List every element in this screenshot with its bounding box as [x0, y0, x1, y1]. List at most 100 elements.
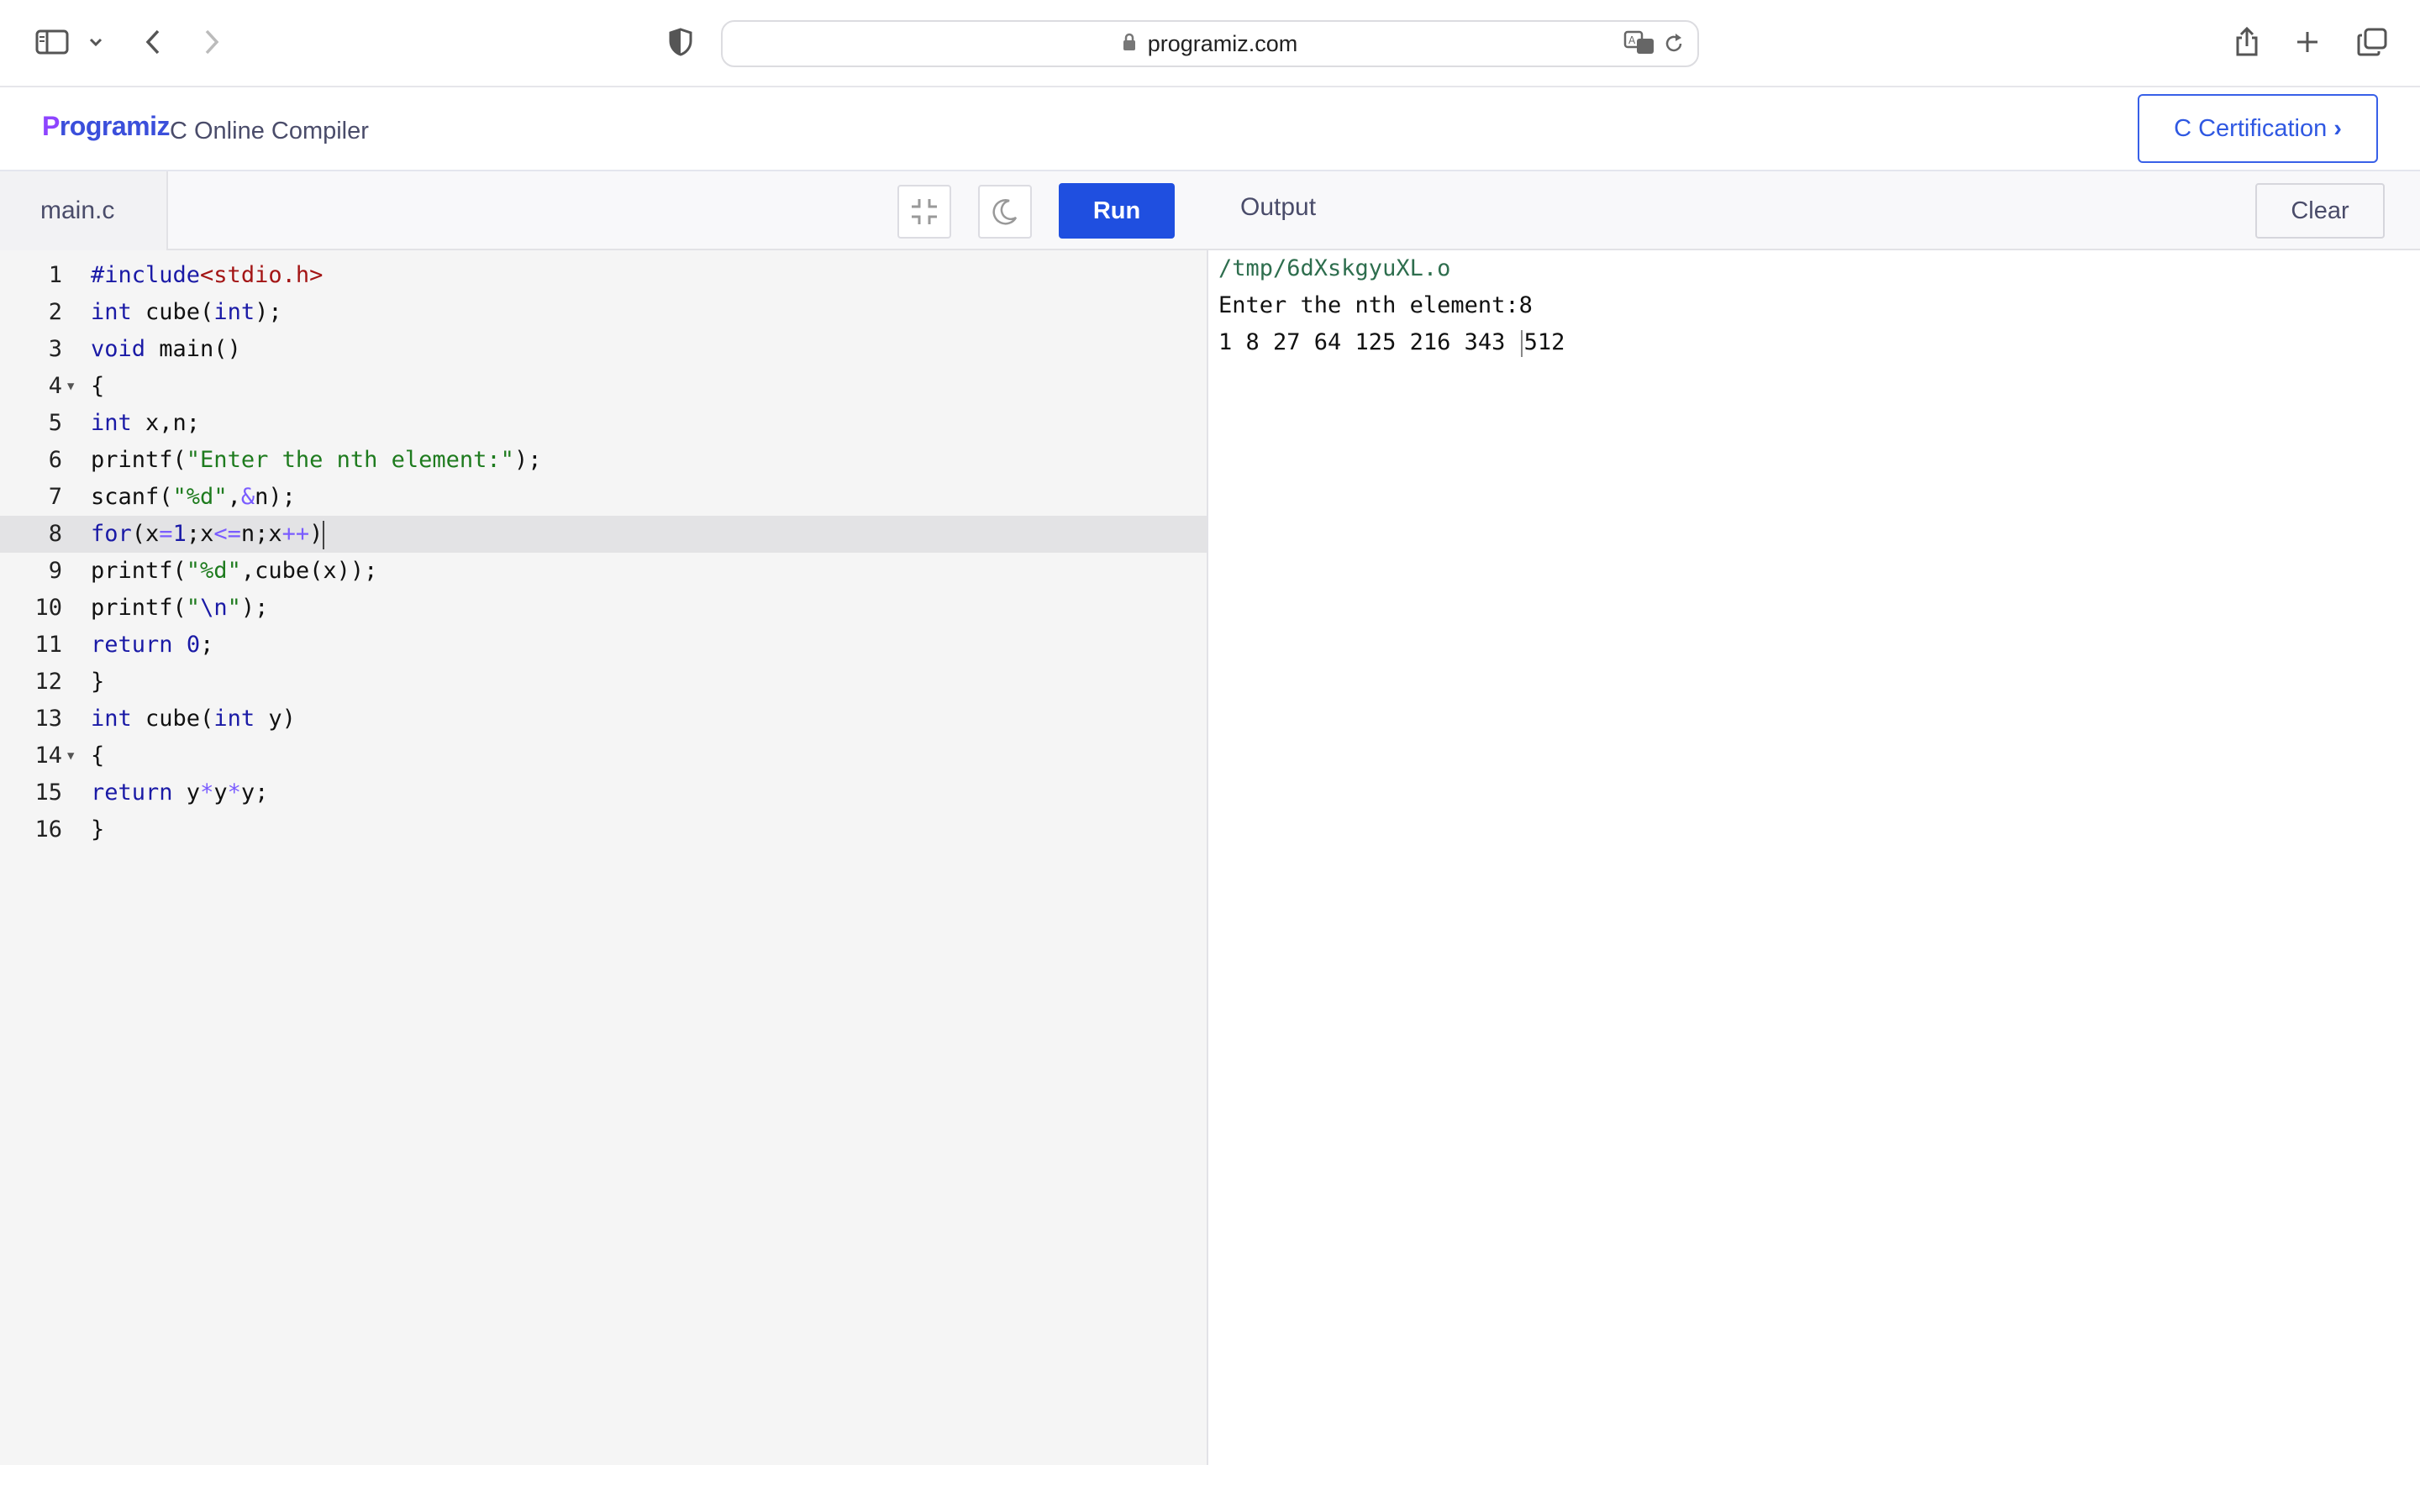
code-token: *: [227, 780, 241, 806]
output-result-text: 1 8 27 64 125 216 343: [1218, 329, 1519, 355]
chevron-left-icon[interactable]: [136, 18, 170, 66]
line-number: 11: [34, 632, 62, 658]
translate-icon[interactable]: A: [1623, 30, 1655, 60]
code-line: 14 ▼ {: [0, 738, 1207, 774]
output-prompt: Enter the nth element:8: [1218, 292, 1533, 318]
code-token: *: [200, 780, 214, 806]
bottom-strip: [0, 1465, 2420, 1512]
plus-icon[interactable]: [2292, 18, 2323, 66]
code-token: ,cube(x));: [240, 558, 378, 584]
code-line: 13 int cube(int y): [0, 701, 1207, 738]
code-token: );: [513, 447, 542, 473]
code-token: ": [227, 595, 241, 621]
code-editor[interactable]: 1 #include<stdio.h> 2 int cube(int); 3 v…: [0, 250, 1207, 1465]
code-token: "%d": [186, 558, 241, 584]
chevron-down-icon[interactable]: [82, 18, 109, 66]
code-token: cube(: [131, 706, 214, 732]
code-token: =: [159, 521, 173, 547]
chevron-right-icon[interactable]: [195, 18, 229, 66]
code-line: 3 void main(): [0, 331, 1207, 368]
run-button[interactable]: Run: [1059, 183, 1175, 239]
certification-label: C Certification: [2174, 114, 2328, 142]
fold-arrow-icon[interactable]: ▼: [67, 368, 74, 405]
output-panel: Output Clear /tmp/6dXskgyuXL.o Enter the…: [1208, 171, 2420, 1465]
line-number: 3: [48, 336, 62, 362]
code-line: 15 return y*y*y;: [0, 774, 1207, 811]
code-token: "Enter the nth element:": [186, 447, 514, 473]
output-toolbar: Output Clear: [1208, 171, 2420, 250]
code-token: y: [172, 780, 201, 806]
line-number: 7: [48, 484, 62, 510]
code-token: \n: [200, 595, 228, 621]
code-token: n;x: [240, 521, 282, 547]
fold-arrow-icon[interactable]: ▼: [67, 738, 74, 774]
line-number: 14: [34, 743, 62, 769]
line-number: 4: [48, 373, 62, 399]
output-title: Output: [1240, 193, 1317, 221]
code-token: int: [91, 299, 132, 325]
code-token: #include: [91, 262, 201, 288]
programiz-logo[interactable]: Programiz: [42, 111, 170, 142]
code-token: 0: [186, 632, 201, 658]
share-icon[interactable]: [2232, 18, 2262, 66]
code-line: 9 printf("%d",cube(x));: [0, 553, 1207, 590]
editor-toolbar: main.c Run: [0, 171, 1208, 250]
output-terminal[interactable]: /tmp/6dXskgyuXL.o Enter the nth element:…: [1218, 250, 1565, 361]
code-token: (x: [131, 521, 160, 547]
code-token: int: [213, 299, 255, 325]
code-token: {: [91, 373, 105, 399]
code-token: x,n;: [131, 410, 201, 436]
code-token: main(): [145, 336, 241, 362]
code-token: }: [91, 669, 105, 695]
code-line: 12 }: [0, 664, 1207, 701]
code-line: 11 return 0;: [0, 627, 1207, 664]
line-number: 16: [34, 816, 62, 843]
code-token: <=: [213, 521, 241, 547]
tabs-icon[interactable]: [2354, 18, 2390, 66]
code-token: ,: [227, 484, 241, 510]
code-token: }: [91, 816, 105, 843]
output-path: /tmp/6dXskgyuXL.o: [1218, 255, 1451, 281]
code-token: printf(: [91, 558, 187, 584]
moon-icon[interactable]: [978, 185, 1032, 239]
code-token: int: [213, 706, 255, 732]
address-bar[interactable]: programiz.com A: [721, 20, 1699, 67]
output-result: 1 8 27 64 125 216 343 512: [1218, 324, 1565, 361]
code-token: ;: [200, 632, 214, 658]
line-number: 12: [34, 669, 62, 695]
sidebar-icon[interactable]: [32, 18, 72, 66]
shield-icon[interactable]: [664, 18, 697, 66]
code-line: 7 scanf("%d",&n);: [0, 479, 1207, 516]
code-token: void: [91, 336, 146, 362]
line-number: 15: [34, 780, 62, 806]
code-line: 6 printf("Enter the nth element:");: [0, 442, 1207, 479]
code-token: ;x: [186, 521, 214, 547]
code-line: 1 #include<stdio.h>: [0, 257, 1207, 294]
code-token: return: [91, 780, 173, 806]
logo-text: rogramiz: [59, 111, 171, 141]
code-line-active: 8 for(x=1;x<=n;x++): [0, 516, 1207, 553]
code-token: int: [91, 706, 132, 732]
line-number: 6: [48, 447, 62, 473]
clear-button[interactable]: Clear: [2255, 183, 2385, 239]
code-token: ): [309, 521, 324, 547]
code-token: <stdio.h>: [200, 262, 324, 288]
code-line: 4 ▼ {: [0, 368, 1207, 405]
file-tab-main-c[interactable]: main.c: [0, 171, 168, 250]
collapse-icon[interactable]: [897, 185, 951, 239]
lock-icon: [1123, 31, 1136, 57]
code-line: 2 int cube(int);: [0, 294, 1207, 331]
code-token: printf(: [91, 447, 187, 473]
code-token: n);: [255, 484, 296, 510]
editor-panel: main.c Run 1 #include<stdio.h> 2 int cub…: [0, 171, 1208, 1465]
reload-icon[interactable]: [1662, 32, 1686, 60]
svg-text:A: A: [1628, 34, 1636, 46]
code-line: 5 int x,n;: [0, 405, 1207, 442]
code-token: for: [91, 521, 132, 547]
code-token: y;: [240, 780, 269, 806]
certification-button[interactable]: C Certification ›: [2138, 94, 2378, 163]
output-result-tail: 512: [1523, 329, 1565, 355]
browser-toolbar: programiz.com A: [0, 0, 2420, 87]
text-cursor: [323, 520, 325, 549]
